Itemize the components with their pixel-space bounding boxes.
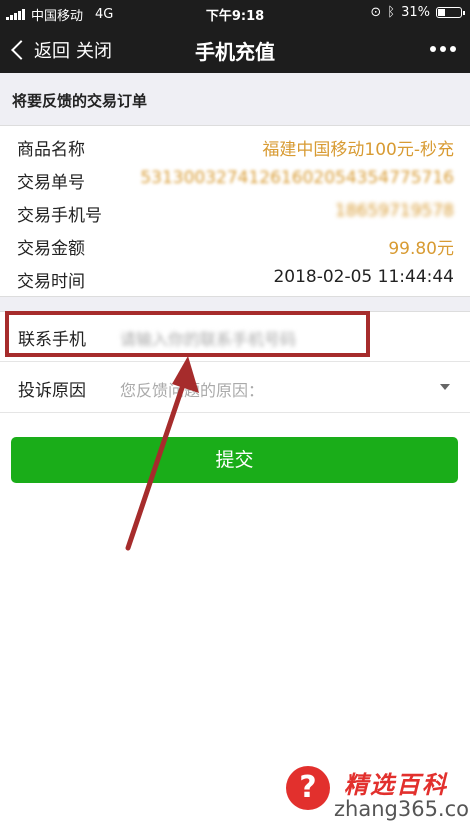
watermark-logo: ? 精选百科 zhang365.com [282,760,470,835]
phone-number-label: 交易手机号 [17,206,102,226]
close-button[interactable]: 关闭 [76,37,112,63]
detail-row-phone: 交易手机号 18659719578 [0,194,470,227]
product-name-value: 福建中国移动100元-秒充 [262,140,454,160]
status-bar: 中国移动 4G 下午9:18 ⊙ ᛒ 31% [0,0,470,26]
detail-row-product: 商品名称 福建中国移动100元-秒充 [0,128,470,161]
battery-percent: 31% [401,5,430,20]
section-divider [0,296,470,312]
trade-time-label: 交易时间 [17,272,85,292]
status-right: ⊙ ᛒ 31% [370,5,465,20]
submit-button[interactable]: 提交 [11,437,458,483]
complaint-reason-label: 投诉原因 [18,381,86,401]
order-number-value: 53130032741261602054354775716 [140,168,454,188]
product-name-label: 商品名称 [17,140,85,160]
back-button[interactable]: 返回 [10,37,70,63]
phone-number-value: 18659719578 [335,201,454,221]
amount-label: 交易金额 [17,239,85,259]
detail-row-time: 交易时间 2018-02-05 11:44:44 [0,260,470,293]
nav-bar: 返回 关闭 手机充值 [0,26,470,73]
amount-value: 99.80元 [388,239,454,259]
watermark-url: zhang365.com [334,797,470,821]
question-mark-icon: ? [286,766,330,810]
page-title: 手机充值 [195,40,275,64]
trade-time-value: 2018-02-05 11:44:44 [273,267,454,287]
dropdown-caret-icon[interactable] [440,384,450,390]
detail-row-amount: 交易金额 99.80元 [0,227,470,260]
more-icon[interactable] [430,46,456,52]
battery-icon [436,7,465,18]
complaint-reason-select[interactable]: 您反馈问题的原因： [120,377,264,401]
chevron-left-icon [11,40,31,60]
bluetooth-icon: ᛒ [387,5,396,20]
order-section-title: 将要反馈的交易订单 [12,92,148,110]
watermark-brand: 精选百科 [344,771,448,799]
order-details: 商品名称 福建中国移动100元-秒充 交易单号 5313003274126160… [0,128,470,293]
alarm-icon: ⊙ [370,5,382,20]
order-number-label: 交易单号 [17,173,85,193]
complaint-reason-row[interactable]: 投诉原因 您反馈问题的原因： [0,362,470,413]
back-label: 返回 [34,41,70,62]
detail-row-order-no: 交易单号 53130032741261602054354775716 [0,161,470,194]
order-section-header: 将要反馈的交易订单 [0,73,470,126]
annotation-highlight-box [5,311,370,357]
